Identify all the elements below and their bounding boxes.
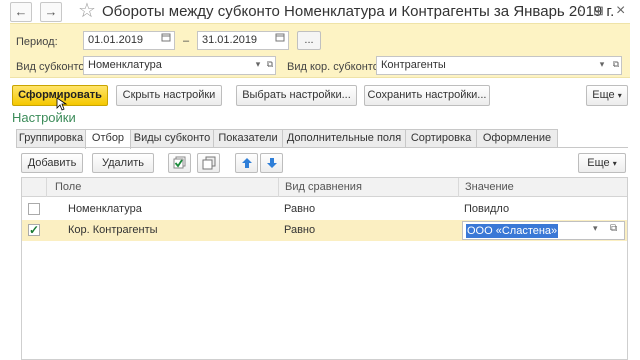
tab-filter[interactable]: Отбор [85, 129, 131, 149]
move-down-button[interactable] [260, 153, 283, 173]
arrow-down-icon [266, 158, 277, 168]
column-header-value[interactable]: Значение [458, 178, 627, 197]
chevron-down-icon: ▾ [612, 159, 617, 168]
row-checkbox-checked[interactable]: ✓ [28, 224, 40, 236]
toolbar-more-label: Еще [587, 157, 610, 169]
date-range-dash: – [183, 35, 190, 47]
tab-sorting[interactable]: Сортировка [405, 129, 477, 148]
more-actions-button[interactable]: Еще ▾ [586, 85, 628, 106]
back-button[interactable]: ← [10, 2, 32, 22]
chevron-down-icon[interactable]: ▾ [593, 223, 598, 234]
arrow-up-icon [241, 158, 252, 168]
open-icon[interactable]: ⧉ [608, 56, 624, 75]
report-parameters-panel: Период: 01.01.2019 – 31.01.2019 ... Вид … [10, 23, 630, 78]
choose-settings-button[interactable]: Выбрать настройки... [236, 85, 357, 106]
open-icon[interactable]: ⧉ [610, 223, 617, 234]
row-checkbox[interactable] [28, 203, 40, 215]
table-row[interactable]: Номенклатура Равно Повидло [22, 199, 627, 220]
value-edit-field[interactable]: ООО «Сластена» ▾ ⧉ [462, 221, 625, 240]
column-header-comparison[interactable]: Вид сравнения [278, 178, 458, 197]
value-edit-text[interactable]: ООО «Сластена» [466, 224, 559, 238]
row-comparison[interactable]: Равно [284, 199, 315, 220]
favorite-star-icon[interactable]: ☆ [78, 0, 96, 22]
tab-grouping[interactable]: Группировка [16, 129, 86, 148]
uncheck-all-button[interactable] [197, 153, 220, 173]
more-vertical-icon[interactable]: ⋮ [574, 3, 587, 19]
hide-settings-button[interactable]: Скрыть настройки [116, 85, 222, 106]
row-field: Кор. Контрагенты [68, 224, 158, 236]
toolbar-more-button[interactable]: Еще ▾ [578, 153, 626, 173]
kor-subkonto-label: Вид кор. субконто: [287, 61, 382, 73]
check-all-button[interactable] [168, 153, 191, 173]
column-header-field[interactable]: Поле [46, 178, 302, 197]
row-value[interactable]: Повидло [464, 199, 509, 220]
kor-subkonto-select[interactable]: Контрагенты [376, 56, 622, 75]
move-up-button[interactable] [235, 153, 258, 173]
forward-button[interactable]: → [40, 2, 62, 22]
more-actions-label: Еще [592, 89, 615, 101]
row-field: Номенклатура [68, 203, 142, 215]
subkonto-select[interactable]: Номенклатура [83, 56, 276, 75]
table-row-selected[interactable]: ✓ Кор. Контрагенты Равно ООО «Сластена» … [22, 220, 627, 241]
subkonto-label: Вид субконто: [16, 61, 88, 73]
calendar-icon[interactable] [272, 31, 288, 50]
period-label: Период: [16, 36, 58, 48]
tab-subkonto-types[interactable]: Виды субконто [130, 129, 214, 148]
arrow-right-icon: → [44, 4, 58, 19]
uncheck-all-icon [202, 156, 215, 170]
tab-additional-fields[interactable]: Дополнительные поля [282, 129, 406, 148]
tab-formatting[interactable]: Оформление [476, 129, 558, 148]
arrow-left-icon: ← [14, 4, 28, 19]
add-filter-button[interactable]: Добавить [21, 153, 83, 173]
close-icon[interactable]: × [616, 3, 625, 19]
settings-section-title: Настройки [12, 110, 76, 125]
window-title: Обороты между субконто Номенклатура и Ко… [102, 3, 615, 20]
delete-filter-button[interactable]: Удалить [92, 153, 154, 173]
open-icon[interactable]: ⧉ [262, 56, 278, 75]
pin-window-icon[interactable]: ⊞ [593, 3, 604, 19]
mouse-cursor-icon [56, 97, 68, 111]
calendar-icon[interactable] [158, 31, 174, 50]
save-settings-button[interactable]: Сохранить настройки... [364, 85, 490, 106]
tab-indicators[interactable]: Показатели [213, 129, 283, 148]
tabs-divider [16, 147, 628, 148]
chevron-down-icon: ▾ [617, 91, 622, 100]
period-select-button[interactable]: ... [297, 31, 321, 50]
check-all-icon [173, 156, 185, 169]
filter-table: Поле Вид сравнения Значение Номенклатура… [21, 177, 628, 360]
row-comparison[interactable]: Равно [284, 220, 315, 241]
table-header: Поле Вид сравнения Значение [22, 178, 627, 197]
